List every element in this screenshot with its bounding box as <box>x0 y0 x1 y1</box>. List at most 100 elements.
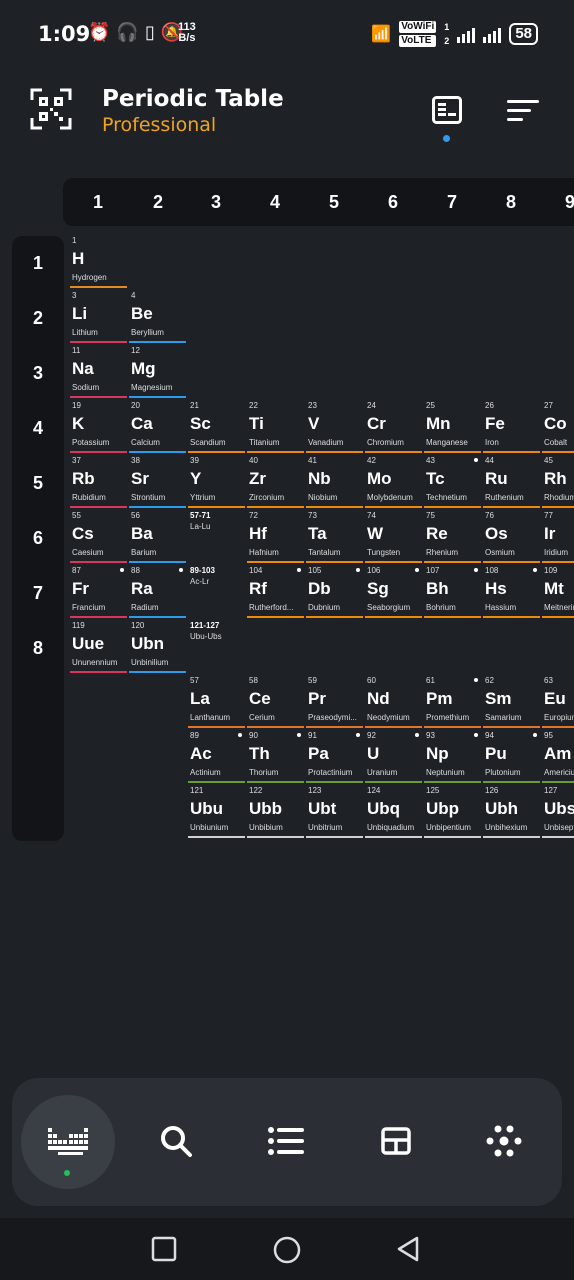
element-cell[interactable]: 40 Zr Zirconium <box>247 456 304 509</box>
element-symbol: Be <box>131 304 153 323</box>
element-cell[interactable]: 42 Mo Molybdenum <box>365 456 422 509</box>
element-cell[interactable]: 44 Ru Ruthenium <box>483 456 540 509</box>
block-range-reference[interactable]: 121-127 Ubu-Ubs <box>188 621 245 674</box>
element-cell[interactable]: 126 Ubh Unbihexium <box>483 786 540 839</box>
element-cell[interactable]: 20 Ca Calcium <box>129 401 186 454</box>
atomic-number: 124 <box>367 786 381 795</box>
element-symbol: Mt <box>544 579 564 598</box>
element-cell[interactable]: 105 Db Dubnium <box>306 566 363 619</box>
element-cell[interactable]: 11 Na Sodium <box>70 346 127 399</box>
element-cell[interactable]: 109 Mt Meitneriu <box>542 566 574 619</box>
element-cell[interactable]: 1 H Hydrogen <box>70 236 127 289</box>
element-cell[interactable]: 3 Li Lithium <box>70 291 127 344</box>
element-cell[interactable]: 62 Sm Samarium <box>483 676 540 729</box>
element-name: Rhenium <box>426 548 459 557</box>
element-cell[interactable]: 41 Nb Niobium <box>306 456 363 509</box>
nav-list-button[interactable] <box>250 1098 322 1184</box>
element-cell[interactable]: 89 Ac Actinium <box>188 731 245 784</box>
element-cell[interactable]: 95 Am Americium <box>542 731 574 784</box>
block-range-reference[interactable]: 57-71 La-Lu <box>188 511 245 564</box>
element-cell[interactable]: 25 Mn Manganese <box>424 401 481 454</box>
element-cell[interactable]: 76 Os Osmium <box>483 511 540 564</box>
status-bar: 1:09 ⏰ 🎧 ▯ 🔕 113 B/s 📶 VoWiFi VoLTE 1 2 … <box>0 0 574 68</box>
element-cell[interactable]: 73 Ta Tantalum <box>306 511 363 564</box>
element-cell[interactable]: 55 Cs Caesium <box>70 511 127 564</box>
element-cell[interactable]: 72 Hf Hafnium <box>247 511 304 564</box>
element-name: Unbipentium <box>426 823 471 832</box>
element-name: Neptunium <box>426 768 465 777</box>
block-range-reference[interactable]: 89-103 Ac-Lr <box>188 566 245 619</box>
qr-scan-icon[interactable] <box>30 88 72 130</box>
element-symbol: Ubp <box>426 799 460 818</box>
element-cell[interactable]: 127 Ubs Unbiseptium <box>542 786 574 839</box>
element-cell[interactable]: 39 Y Yttrium <box>188 456 245 509</box>
element-name: Barium <box>131 548 157 557</box>
nav-atom-button[interactable] <box>468 1098 540 1184</box>
atomic-number: 27 <box>544 401 553 410</box>
sort-icon[interactable] <box>507 100 539 122</box>
atomic-number: 121 <box>190 786 204 795</box>
element-cell[interactable]: 60 Nd Neodymium <box>365 676 422 729</box>
home-icon[interactable] <box>272 1235 302 1265</box>
element-cell[interactable]: 108 Hs Hassium <box>483 566 540 619</box>
element-cell[interactable]: 120 Ubn Unbinilium <box>129 621 186 674</box>
element-cell[interactable]: 63 Eu Europium <box>542 676 574 729</box>
element-cell[interactable]: 124 Ubq Unbiquadium <box>365 786 422 839</box>
network-speed: 113 B/s <box>178 22 196 44</box>
element-cell[interactable]: 59 Pr Praseodymi... <box>306 676 363 729</box>
element-cell[interactable]: 121 Ubu Unbiunium <box>188 786 245 839</box>
element-cell[interactable]: 88 Ra Radium <box>129 566 186 619</box>
nav-search-button[interactable] <box>140 1098 212 1184</box>
element-cell[interactable]: 12 Mg Magnesium <box>129 346 186 399</box>
element-cell[interactable]: 19 K Potassium <box>70 401 127 454</box>
element-cell[interactable]: 56 Ba Barium <box>129 511 186 564</box>
atomic-number: 57 <box>190 676 199 685</box>
element-cell[interactable]: 93 Np Neptunium <box>424 731 481 784</box>
table-view-icon[interactable] <box>432 96 462 124</box>
element-cell[interactable]: 92 U Uranium <box>365 731 422 784</box>
element-cell[interactable]: 22 Ti Titanium <box>247 401 304 454</box>
element-cell[interactable]: 4 Be Beryllium <box>129 291 186 344</box>
element-cell[interactable]: 90 Th Thorium <box>247 731 304 784</box>
element-cell[interactable]: 37 Rb Rubidium <box>70 456 127 509</box>
element-cell[interactable]: 27 Co Cobalt <box>542 401 574 454</box>
radioactive-dot <box>297 568 301 572</box>
element-cell[interactable]: 77 Ir Iridium <box>542 511 574 564</box>
element-cell[interactable]: 75 Re Rhenium <box>424 511 481 564</box>
category-bar <box>188 451 245 453</box>
element-cell[interactable]: 119 Uue Ununennium <box>70 621 127 674</box>
element-cell[interactable]: 38 Sr Strontium <box>129 456 186 509</box>
element-cell[interactable]: 24 Cr Chromium <box>365 401 422 454</box>
element-cell[interactable]: 122 Ubb Unbibium <box>247 786 304 839</box>
back-icon[interactable] <box>395 1235 421 1263</box>
element-cell[interactable]: 91 Pa Protactinium <box>306 731 363 784</box>
element-cell[interactable]: 87 Fr Francium <box>70 566 127 619</box>
active-view-indicator <box>443 135 450 142</box>
element-cell[interactable]: 23 V Vanadium <box>306 401 363 454</box>
element-cell[interactable]: 57 La Lanthanum <box>188 676 245 729</box>
element-cell[interactable]: 61 Pm Promethium <box>424 676 481 729</box>
element-symbol: Rb <box>72 469 95 488</box>
element-cell[interactable]: 94 Pu Plutonium <box>483 731 540 784</box>
volte-badge: VoLTE <box>399 35 437 47</box>
element-cell[interactable]: 58 Ce Cerium <box>247 676 304 729</box>
recents-icon[interactable] <box>151 1236 177 1262</box>
element-cell[interactable]: 104 Rf Rutherford... <box>247 566 304 619</box>
atomic-number: 90 <box>249 731 258 740</box>
element-symbol: Ubu <box>190 799 224 818</box>
radioactive-dot <box>474 678 478 682</box>
element-cell[interactable]: 123 Ubt Unbitrium <box>306 786 363 839</box>
element-cell[interactable]: 74 W Tungsten <box>365 511 422 564</box>
element-symbol: Zr <box>249 469 266 488</box>
element-cell[interactable]: 21 Sc Scandium <box>188 401 245 454</box>
element-cell[interactable]: 43 Tc Technetium <box>424 456 481 509</box>
element-cell[interactable]: 106 Sg Seaborgium <box>365 566 422 619</box>
nav-grid-button[interactable] <box>360 1098 432 1184</box>
element-cell[interactable]: 26 Fe Iron <box>483 401 540 454</box>
category-bar <box>70 396 127 398</box>
element-cell[interactable]: 107 Bh Bohrium <box>424 566 481 619</box>
element-cell[interactable]: 45 Rh Rhodium <box>542 456 574 509</box>
atomic-number: 21 <box>190 401 199 410</box>
element-cell[interactable]: 125 Ubp Unbipentium <box>424 786 481 839</box>
atomic-number: 104 <box>249 566 263 575</box>
